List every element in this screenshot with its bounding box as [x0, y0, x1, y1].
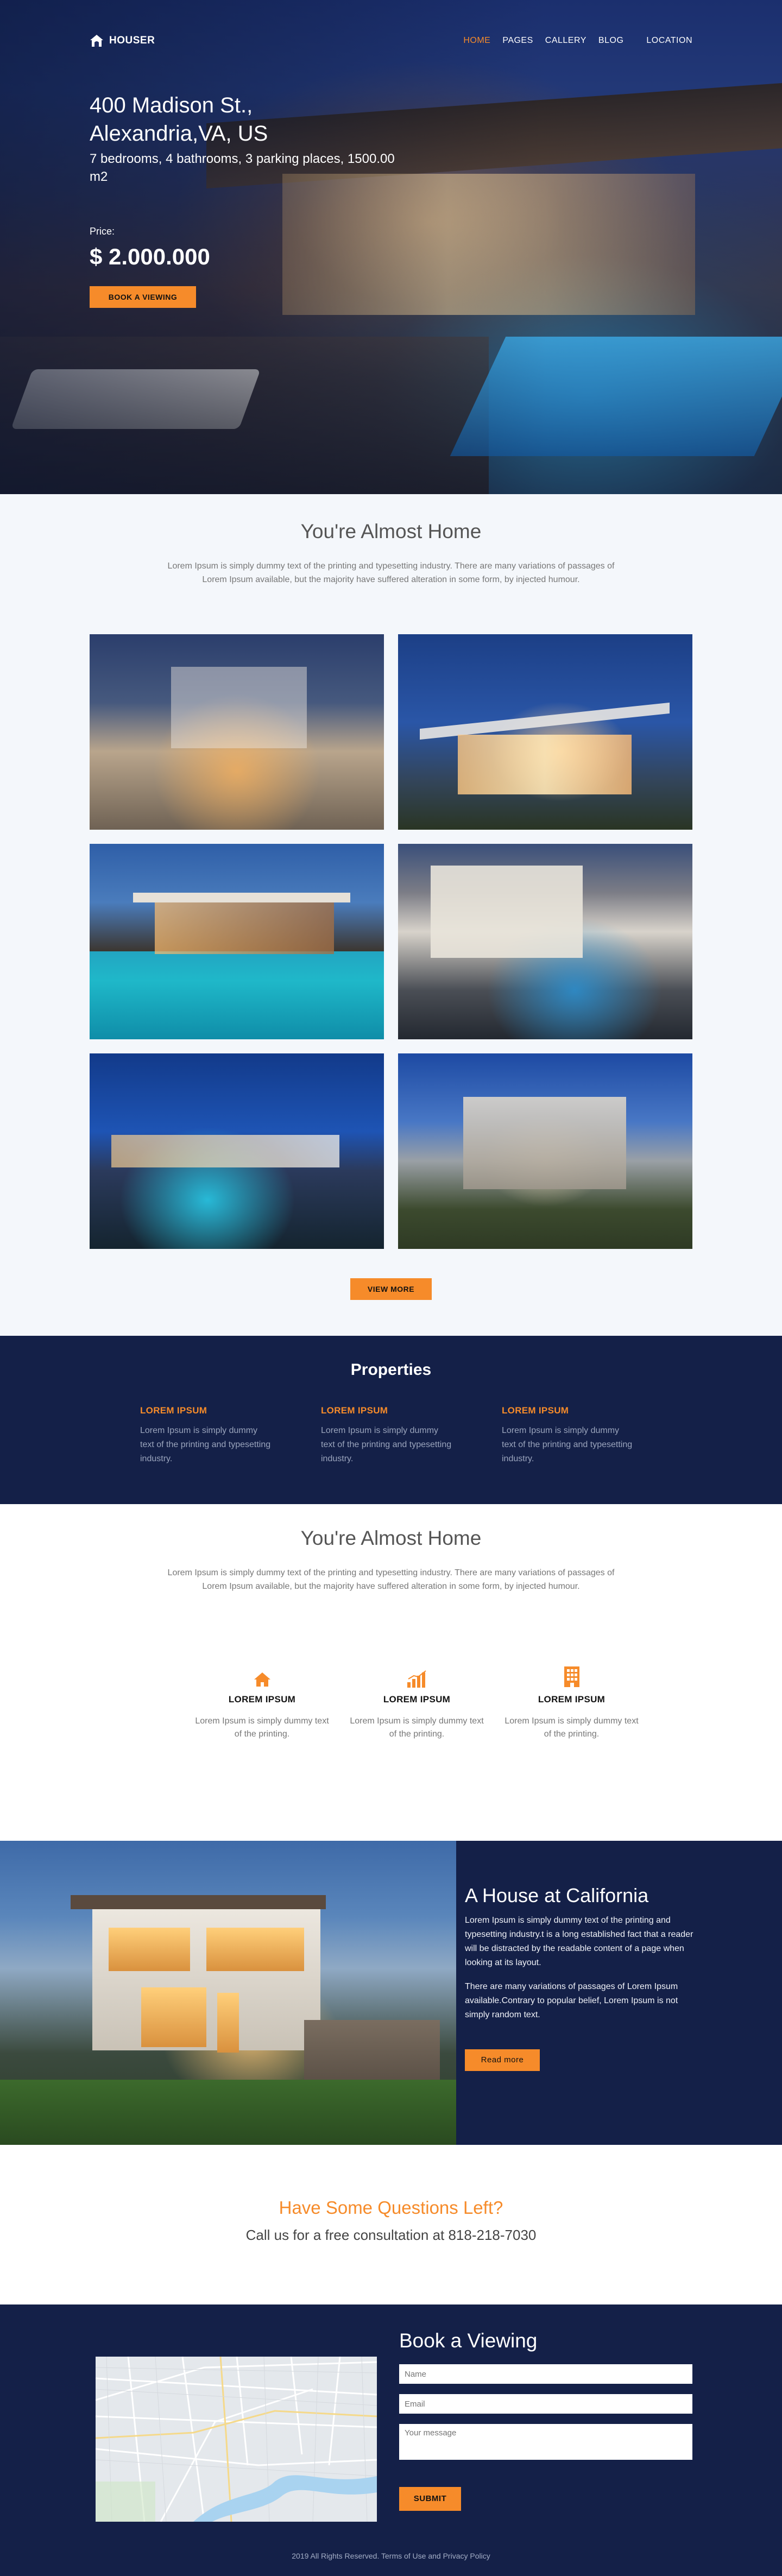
- gallery-title: You're Almost Home: [300, 520, 482, 542]
- property-address: 400 Madison St., Alexandria,VA, US: [90, 91, 426, 148]
- feature-text: Lorem Ipsum is simply dummy text of the …: [504, 1716, 639, 1739]
- gallery-image-6[interactable]: [398, 1053, 692, 1249]
- questions-title: Have Some Questions Left?: [279, 2198, 503, 2218]
- gallery-image-1[interactable]: [90, 634, 384, 830]
- feature-item: LOREM IPSUM Lorem Ipsum is simply dummy …: [185, 1668, 339, 1741]
- booking-section: Book a Viewing SUBMIT 2019 All Rights Re…: [0, 2304, 782, 2576]
- feature-text: Lorem Ipsum is simply dummy text of the …: [350, 1716, 484, 1739]
- property-details: 7 bedrooms, 4 bathrooms, 3 parking place…: [90, 151, 395, 184]
- house-logo-icon: [90, 34, 104, 47]
- name-field[interactable]: [399, 2364, 692, 2384]
- nav-item-pages[interactable]: PAGES: [502, 36, 533, 46]
- features-title: You're Almost Home: [300, 1527, 482, 1549]
- footer-text: 2019 All Rights Reserved. Terms of Use a…: [292, 2552, 490, 2560]
- submit-button[interactable]: SUBMIT: [399, 2487, 461, 2511]
- booking-title: Book a Viewing: [399, 2329, 538, 2352]
- logo[interactable]: HOUSER: [90, 34, 155, 47]
- top-navigation: HOUSER HOME PAGES CALLERY BLOG LOCATION: [90, 31, 692, 50]
- nav-item-gallery[interactable]: CALLERY: [545, 36, 586, 46]
- property-price: $ 2.000.000: [90, 244, 210, 269]
- read-more-button[interactable]: Read more: [465, 2049, 540, 2071]
- bar-chart-icon: [339, 1668, 494, 1688]
- properties-columns: LOREM IPSUM Lorem Ipsum is simply dummy …: [140, 1405, 683, 1466]
- property-column: LOREM IPSUM Lorem Ipsum is simply dummy …: [140, 1405, 321, 1466]
- footer: 2019 All Rights Reserved. Terms of Use a…: [0, 2552, 782, 2560]
- main-menu: HOME PAGES CALLERY BLOG LOCATION: [451, 36, 692, 46]
- consultation-text: Call us for a free consultation at 818-2…: [245, 2227, 537, 2243]
- location-map[interactable]: [96, 2357, 377, 2522]
- california-section: A House at California Lorem Ipsum is sim…: [0, 1841, 782, 2145]
- property-column: LOREM IPSUM Lorem Ipsum is simply dummy …: [321, 1405, 502, 1466]
- gallery-image-2[interactable]: [398, 634, 692, 830]
- gallery-image-3[interactable]: [90, 844, 384, 1039]
- property-heading[interactable]: LOREM IPSUM: [502, 1405, 683, 1416]
- california-paragraph-1: Lorem Ipsum is simply dummy text of the …: [465, 1916, 693, 1967]
- hero-content: 400 Madison St., Alexandria,VA, US 7 bed…: [90, 91, 426, 308]
- address-line-2: Alexandria,VA, US: [90, 122, 268, 146]
- feature-heading: LOREM IPSUM: [228, 1694, 296, 1704]
- gallery-image-4[interactable]: [398, 844, 692, 1039]
- hero-section: HOUSER HOME PAGES CALLERY BLOG LOCATION …: [0, 0, 782, 494]
- feature-heading: LOREM IPSUM: [383, 1694, 451, 1704]
- california-house-image: [0, 1841, 456, 2145]
- property-column: LOREM IPSUM Lorem Ipsum is simply dummy …: [502, 1405, 683, 1466]
- email-field[interactable]: [399, 2394, 692, 2414]
- california-title: A House at California: [465, 1884, 649, 1906]
- questions-section: Have Some Questions Left? Call us for a …: [0, 2145, 782, 2304]
- features-description: Lorem Ipsum is simply dummy text of the …: [167, 1568, 615, 1591]
- gallery-grid: [90, 634, 692, 1249]
- gallery-section: You're Almost Home Lorem Ipsum is simply…: [0, 494, 782, 1336]
- property-text: Lorem Ipsum is simply dummy text of the …: [321, 1426, 452, 1463]
- gallery-image-5[interactable]: [90, 1053, 384, 1249]
- nav-item-blog[interactable]: BLOG: [598, 36, 623, 46]
- view-more-button[interactable]: VIEW MORE: [350, 1278, 432, 1300]
- property-text: Lorem Ipsum is simply dummy text of the …: [502, 1426, 633, 1463]
- features-row: LOREM IPSUM Lorem Ipsum is simply dummy …: [185, 1666, 649, 1741]
- gallery-description: Lorem Ipsum is simply dummy text of the …: [167, 561, 615, 584]
- feature-item: LOREM IPSUM Lorem Ipsum is simply dummy …: [339, 1668, 494, 1741]
- properties-section: Properties LOREM IPSUM Lorem Ipsum is si…: [0, 1336, 782, 1504]
- features-section: You're Almost Home Lorem Ipsum is simply…: [0, 1504, 782, 1841]
- property-heading[interactable]: LOREM IPSUM: [321, 1405, 502, 1416]
- properties-title: Properties: [350, 1361, 432, 1379]
- feature-item: LOREM IPSUM Lorem Ipsum is simply dummy …: [494, 1666, 649, 1741]
- nav-item-location[interactable]: LOCATION: [646, 36, 692, 46]
- home-icon: [185, 1668, 339, 1688]
- property-text: Lorem Ipsum is simply dummy text of the …: [140, 1426, 271, 1463]
- feature-text: Lorem Ipsum is simply dummy text of the …: [195, 1716, 329, 1739]
- logo-text: HOUSER: [109, 35, 155, 46]
- property-heading[interactable]: LOREM IPSUM: [140, 1405, 321, 1416]
- california-text: A House at California Lorem Ipsum is sim…: [456, 1841, 782, 2145]
- nav-item-home[interactable]: HOME: [463, 36, 490, 46]
- message-field[interactable]: [399, 2424, 692, 2460]
- address-line-1: 400 Madison St.,: [90, 93, 253, 117]
- california-paragraph-2: There are many variations of passages of…: [465, 1982, 678, 2019]
- price-label: Price:: [90, 226, 115, 237]
- book-viewing-button[interactable]: BOOK A VIEWING: [90, 286, 196, 308]
- feature-heading: LOREM IPSUM: [538, 1694, 606, 1704]
- building-icon: [494, 1666, 649, 1688]
